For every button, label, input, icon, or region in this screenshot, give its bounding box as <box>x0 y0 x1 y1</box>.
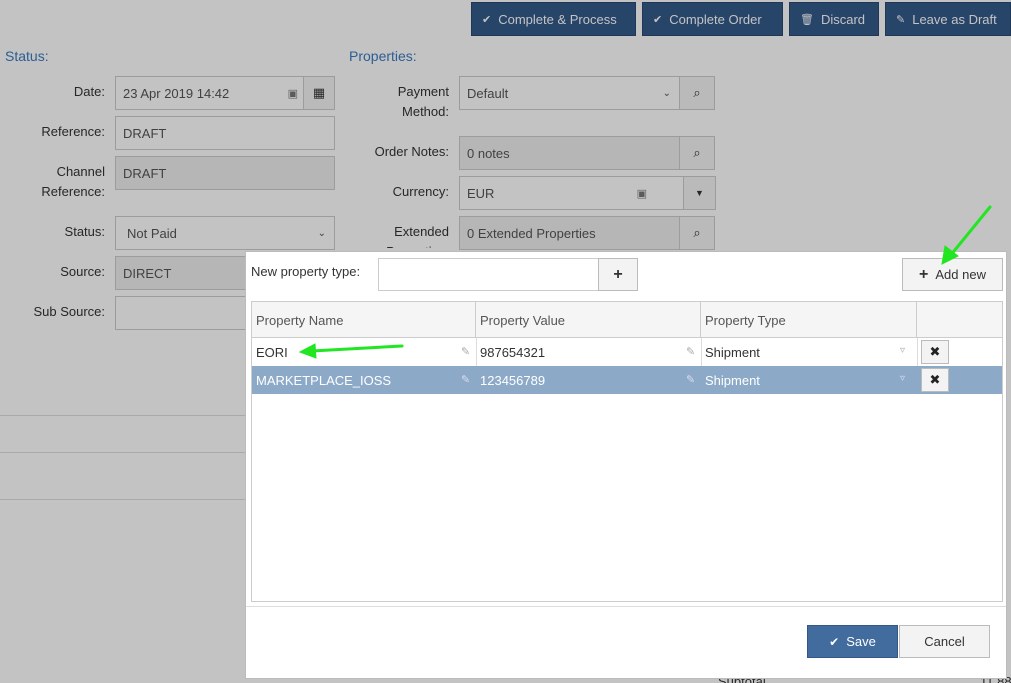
property-type-cell[interactable]: Shipment <box>701 338 917 366</box>
plus-icon: + <box>613 265 623 283</box>
new-property-type-input[interactable] <box>378 258 599 291</box>
add-property-type-button[interactable]: + <box>598 258 638 291</box>
property-value-cell[interactable]: 987654321 <box>476 338 701 366</box>
column-divider <box>476 338 477 366</box>
edit-icon[interactable]: ✎ <box>686 373 695 386</box>
property-type-cell[interactable]: Shipment <box>701 366 917 394</box>
edit-icon[interactable]: ✎ <box>461 373 470 386</box>
column-header-property-value[interactable]: Property Value <box>476 302 701 338</box>
property-name-cell[interactable]: MARKETPLACE_IOSS <box>252 366 476 394</box>
modal-footer: ✔ Save Cancel <box>246 606 1006 678</box>
close-icon: ✖ <box>929 344 941 359</box>
extended-properties-modal: New property type: + + Add new Property N… <box>245 251 1007 679</box>
table-row[interactable]: EORI ✎ 987654321 ✎ Shipment ▿ ✖ <box>252 338 1002 366</box>
dropdown-icon[interactable]: ▿ <box>900 373 905 384</box>
plus-icon: + <box>919 265 929 283</box>
grid-header: Property Name Property Value Property Ty… <box>252 302 1002 338</box>
cancel-button[interactable]: Cancel <box>899 625 990 658</box>
column-header-property-type[interactable]: Property Type <box>701 302 917 338</box>
properties-grid: Property Name Property Value Property Ty… <box>251 301 1003 602</box>
column-divider <box>917 338 918 366</box>
delete-row-button[interactable]: ✖ <box>921 368 949 392</box>
edit-icon[interactable]: ✎ <box>686 345 695 358</box>
add-new-button[interactable]: + Add new <box>902 258 1003 291</box>
property-name-cell[interactable]: EORI <box>252 338 476 366</box>
column-divider <box>701 338 702 366</box>
close-icon: ✖ <box>929 372 941 387</box>
new-property-type-label: New property type: <box>251 264 361 279</box>
check-icon: ✔ <box>829 634 840 649</box>
delete-row-button[interactable]: ✖ <box>921 340 949 364</box>
dropdown-icon[interactable]: ▿ <box>900 345 905 356</box>
table-row[interactable]: MARKETPLACE_IOSS ✎ 123456789 ✎ Shipment … <box>252 366 1002 394</box>
property-value-cell[interactable]: 123456789 <box>476 366 701 394</box>
save-button[interactable]: ✔ Save <box>807 625 898 658</box>
edit-icon[interactable]: ✎ <box>461 345 470 358</box>
column-header-property-name[interactable]: Property Name <box>252 302 476 338</box>
